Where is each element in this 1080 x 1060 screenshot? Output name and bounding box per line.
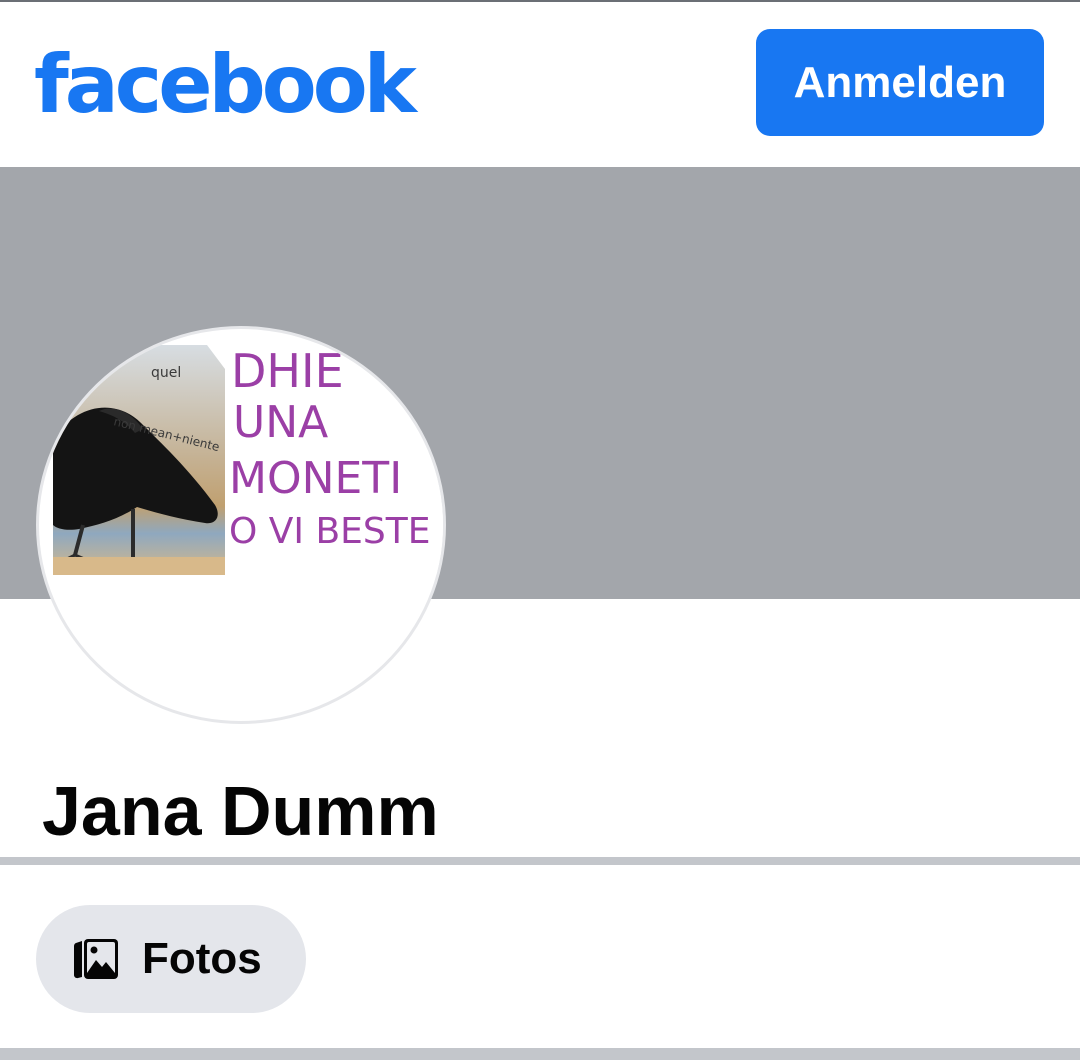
facebook-logo[interactable]: facebook xyxy=(34,30,417,140)
avatar-handwriting-line-1: DHIE xyxy=(231,344,344,398)
avatar-small-text-1: quel xyxy=(151,365,181,381)
profile-picture[interactable]: quel non mean+niente DHIE UNA MONETI O V… xyxy=(36,326,446,724)
login-button[interactable]: Anmelden xyxy=(756,29,1044,136)
photos-tab-label: Fotos xyxy=(142,934,262,983)
top-header: facebook Anmelden xyxy=(0,2,1080,167)
avatar-handwriting-line-4: O VI BESTE xyxy=(229,511,431,552)
profile-name: Jana Dumm xyxy=(42,772,439,850)
photos-tab-button[interactable]: Fotos xyxy=(36,905,306,1013)
avatar-handwriting-line-3: MONETI xyxy=(229,453,402,504)
avatar-handwriting-line-2: UNA xyxy=(233,397,328,448)
bottom-divider xyxy=(0,1048,1080,1060)
profile-picture-image: quel non mean+niente DHIE UNA MONETI O V… xyxy=(53,344,443,575)
photos-icon xyxy=(74,939,118,979)
